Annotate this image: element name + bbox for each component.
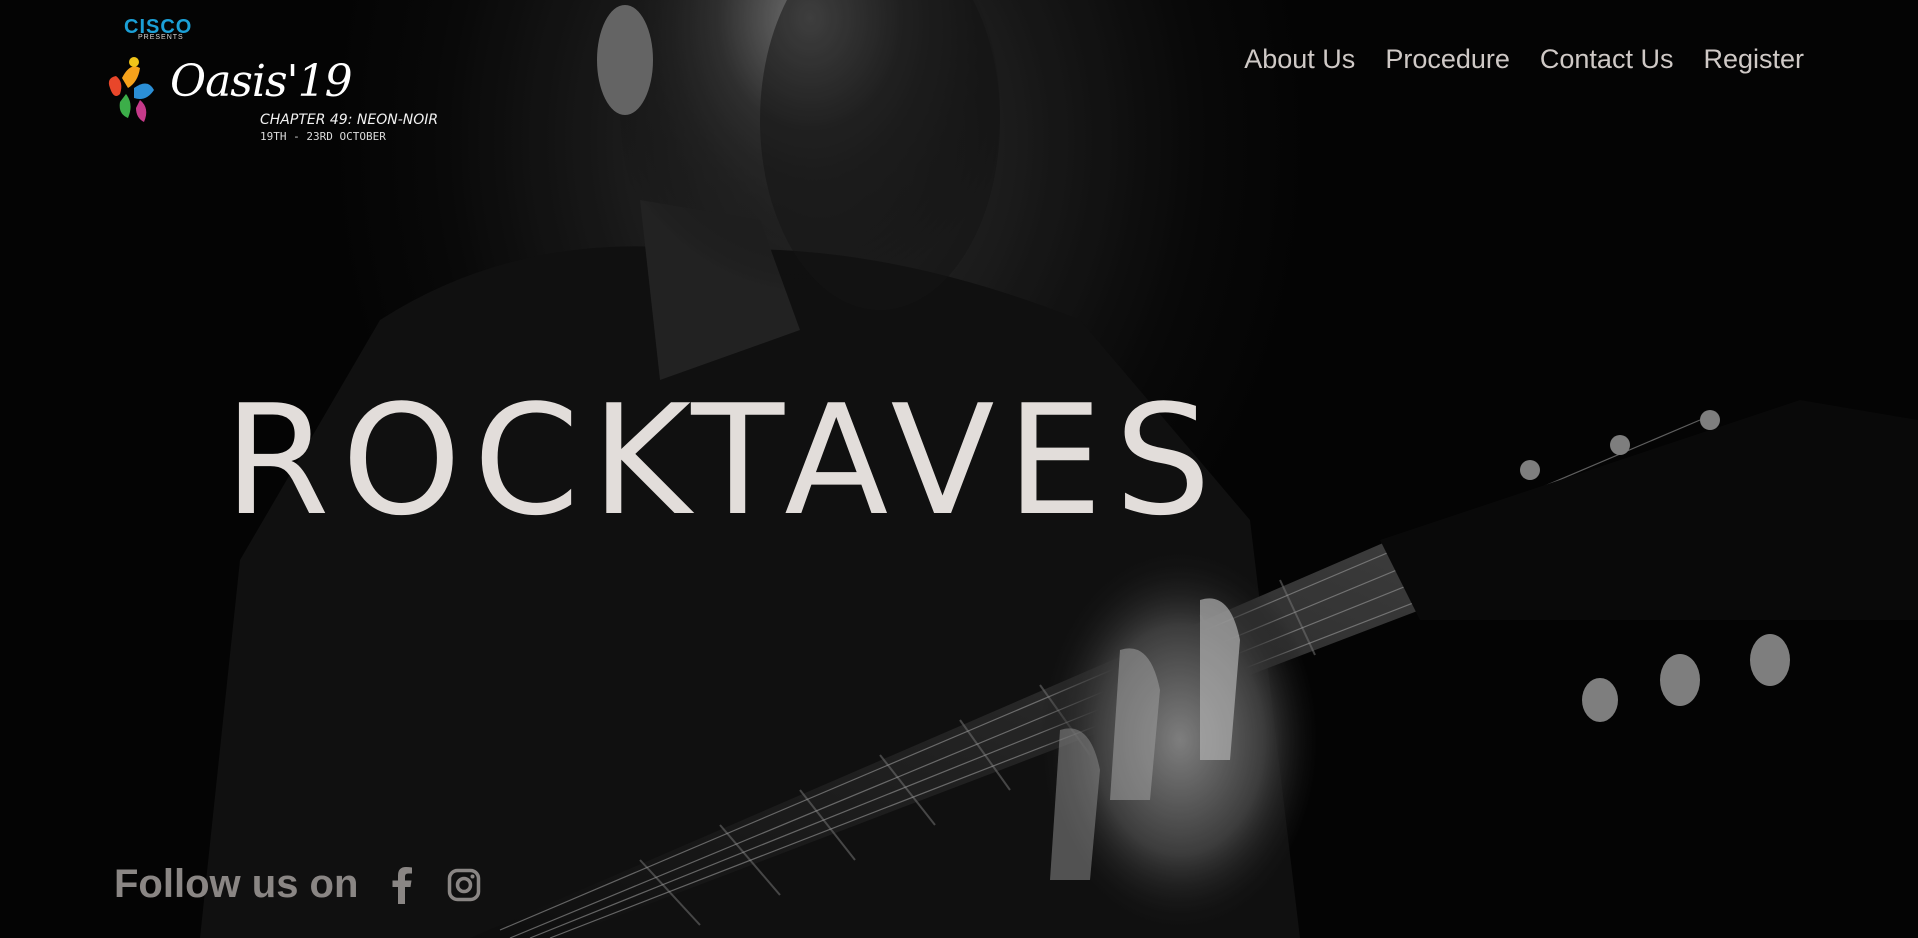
oasis-logo[interactable]: CISCO PRESENTS Oasis'19 CHAPTER 49: NEON… — [104, 16, 438, 151]
facebook-icon[interactable] — [384, 865, 420, 905]
social-follow: Follow us on — [114, 862, 482, 907]
nav-register[interactable]: Register — [1703, 44, 1804, 75]
chapter-title: CHAPTER 49: NEON-NOIR — [260, 112, 439, 128]
follow-label: Follow us on — [114, 862, 359, 906]
instagram-icon[interactable] — [446, 865, 482, 905]
nav-about-us[interactable]: About Us — [1244, 44, 1355, 75]
presents-label: PRESENTS — [138, 34, 184, 41]
oasis-emblem-icon — [108, 57, 154, 122]
event-dates: 19TH - 23RD OCTOBER — [260, 130, 386, 143]
nav-procedure[interactable]: Procedure — [1385, 44, 1510, 75]
oasis-wordmark: Oasis'19 — [170, 56, 353, 107]
nav-contact-us[interactable]: Contact Us — [1540, 44, 1674, 75]
main-nav: About Us Procedure Contact Us Register — [1244, 44, 1804, 75]
hero-section: CISCO PRESENTS Oasis'19 CHAPTER 49: NEON… — [0, 0, 1918, 938]
hero-headline: ROCKTAVES — [224, 372, 1224, 549]
